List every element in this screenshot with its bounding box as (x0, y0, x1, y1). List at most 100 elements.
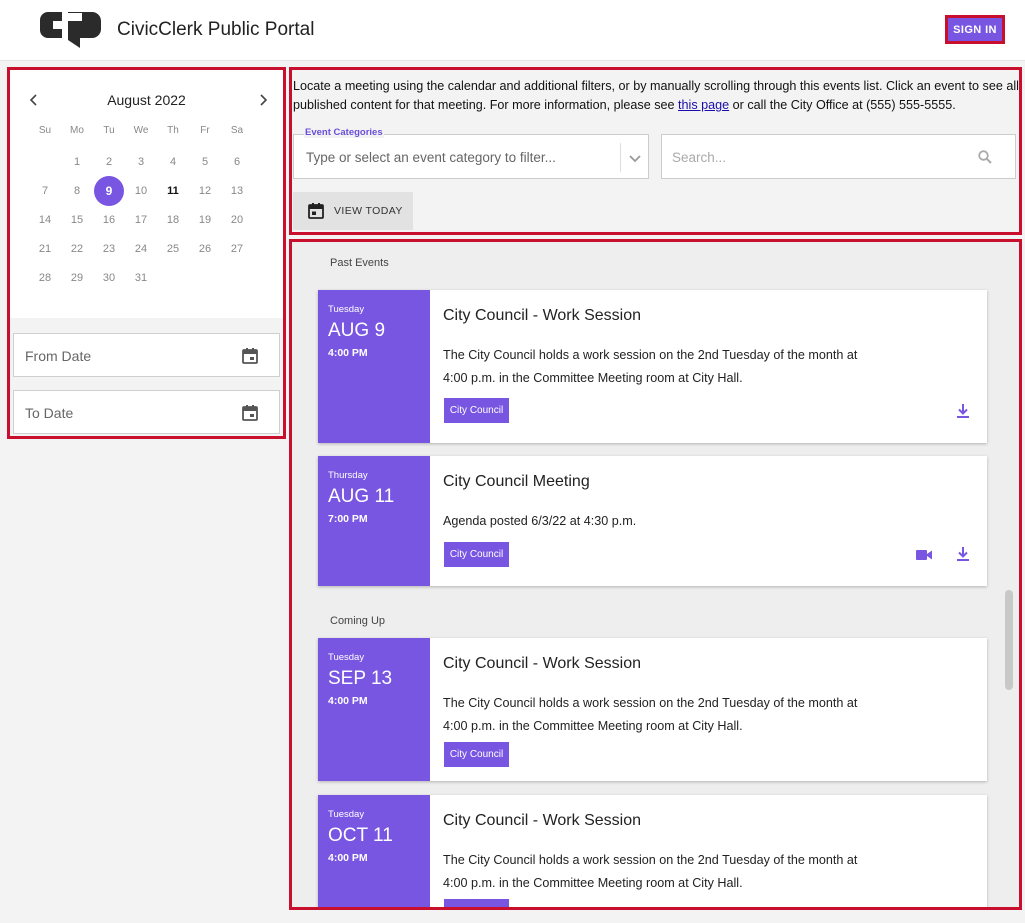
coming-up-heading: Coming Up (330, 615, 386, 627)
calendar-day[interactable]: 11 (158, 176, 188, 206)
search-placeholder: Search... (672, 150, 727, 165)
event-category-tag[interactable]: City Council (444, 742, 509, 767)
event-description-line: 4:00 p.m. in the Committee Meeting room … (443, 370, 743, 385)
event-description-line: 4:00 p.m. in the Committee Meeting room … (443, 718, 743, 733)
event-description: The City Council holds a work session on… (443, 344, 883, 389)
civicclerk-logo-icon[interactable] (40, 10, 102, 50)
event-description-line: 4:00 p.m. in the Committee Meeting room … (443, 875, 743, 890)
calendar-day[interactable]: 12 (190, 176, 220, 206)
event-date-block: Thursday AUG 11 7:00 PM (318, 456, 430, 586)
calendar-day[interactable]: 21 (30, 234, 60, 264)
weekday-header: Mo (70, 125, 84, 136)
event-title[interactable]: City Council - Work Session (443, 655, 641, 673)
weekday-header: Fr (200, 125, 210, 136)
event-card[interactable]: Tuesday SEP 13 4:00 PM City Council - Wo… (318, 638, 987, 781)
date-range-filters: From Date To Date (10, 318, 283, 436)
event-title[interactable]: City Council - Work Session (443, 307, 641, 325)
calendar-day[interactable]: 30 (94, 263, 124, 293)
search-icon[interactable] (977, 149, 993, 165)
calendar-day[interactable]: 13 (222, 176, 252, 206)
weekday-header: Tu (103, 125, 115, 136)
to-date-field[interactable]: To Date (13, 390, 280, 434)
calendar-day[interactable]: 15 (62, 205, 92, 235)
event-card[interactable]: Tuesday AUG 9 4:00 PM City Council - Wor… (318, 290, 987, 443)
event-category-tag[interactable]: City Council (444, 542, 509, 567)
event-date-block: Tuesday OCT 11 4:00 PM (318, 795, 430, 907)
calendar-day[interactable]: 23 (94, 234, 124, 264)
event-description: The City Council holds a work session on… (443, 692, 883, 737)
calendar-icon[interactable] (241, 404, 259, 422)
event-month-day: AUG 9 (328, 320, 386, 341)
search-input[interactable]: Search... (661, 134, 1016, 179)
calendar-day[interactable]: 31 (126, 263, 156, 293)
weekday-header: We (133, 125, 149, 136)
view-today-button[interactable]: VIEW TODAY (293, 192, 413, 230)
chevron-down-icon[interactable] (626, 149, 644, 167)
event-description: Agenda posted 6/3/22 at 4:30 p.m. (443, 510, 883, 533)
calendar-day[interactable]: 27 (222, 234, 252, 264)
event-month-day: SEP 13 (328, 668, 393, 689)
calendar-day[interactable]: 10 (126, 176, 156, 206)
next-month-button[interactable] (251, 88, 275, 112)
event-month-day: AUG 11 (328, 486, 395, 507)
video-icon[interactable] (915, 547, 933, 563)
calendar-day[interactable]: 28 (30, 263, 60, 293)
weekday-header: Su (38, 125, 52, 136)
calendar-month-label: August 2022 (107, 92, 186, 108)
download-icon[interactable] (955, 546, 971, 562)
weekday-header: Th (167, 125, 179, 136)
past-events-heading: Past Events (330, 257, 389, 269)
calendar-day[interactable]: 24 (126, 234, 156, 264)
event-category-select[interactable]: Type or select an event category to filt… (293, 134, 649, 179)
calendar-day[interactable]: 22 (62, 234, 92, 264)
calendar-day[interactable]: 19 (190, 205, 220, 235)
events-scrollbar-thumb[interactable] (1005, 590, 1013, 690)
intro-text-part: or call the City Office at (555) 555-555… (729, 98, 956, 112)
view-today-label: VIEW TODAY (334, 205, 403, 217)
select-divider (620, 143, 621, 172)
calendar-day[interactable]: 18 (158, 205, 188, 235)
calendar-panel: August 2022 Su Mo Tu We Th Fr Sa 1 2 3 4 5 6 7 8 9 10 11 1… (7, 67, 286, 439)
calendar-day[interactable]: 2 (94, 147, 124, 177)
event-month-day: OCT 11 (328, 825, 393, 846)
intro-text: Locate a meeting using the calendar and … (293, 77, 1021, 115)
events-list: Past Events Tuesday AUG 9 4:00 PM City C… (289, 239, 1022, 910)
calendar-day[interactable]: 17 (126, 205, 156, 235)
calendar-day[interactable]: 3 (126, 147, 156, 177)
event-weekday: Thursday (328, 470, 368, 481)
event-category-tag[interactable] (444, 899, 509, 907)
to-date-label: To Date (25, 405, 74, 421)
calendar-day[interactable]: 14 (30, 205, 60, 235)
calendar-day[interactable]: 25 (158, 234, 188, 264)
sign-in-button[interactable]: SIGN IN (945, 15, 1005, 44)
calendar-day[interactable]: 1 (62, 147, 92, 177)
event-title[interactable]: City Council - Work Session (443, 812, 641, 830)
event-weekday: Tuesday (328, 809, 365, 820)
event-category-tag[interactable]: City Council (444, 398, 509, 423)
app-header: CivicClerk Public Portal SIGN IN (0, 0, 1025, 61)
event-card[interactable]: Thursday AUG 11 7:00 PM City Council Mee… (318, 456, 987, 586)
calendar-day[interactable]: 4 (158, 147, 188, 177)
calendar-icon[interactable] (241, 347, 259, 365)
calendar-header: August 2022 (10, 70, 283, 126)
calendar-day[interactable]: 20 (222, 205, 252, 235)
event-title[interactable]: City Council Meeting (443, 473, 590, 491)
event-description-line: The City Council holds a work session on… (443, 348, 858, 362)
calendar-day[interactable]: 6 (222, 147, 252, 177)
calendar-day[interactable]: 7 (30, 176, 60, 206)
event-weekday: Tuesday (328, 652, 365, 663)
info-page-link[interactable]: this page (678, 98, 729, 112)
event-date-block: Tuesday AUG 9 4:00 PM (318, 290, 430, 443)
from-date-field[interactable]: From Date (13, 333, 280, 377)
event-category-legend: Event Categories (304, 127, 384, 138)
calendar-day[interactable]: 29 (62, 263, 92, 293)
event-card[interactable]: Tuesday OCT 11 4:00 PM City Council - Wo… (318, 795, 987, 907)
calendar-day[interactable]: 16 (94, 205, 124, 235)
calendar-day[interactable]: 26 (190, 234, 220, 264)
event-date-block: Tuesday SEP 13 4:00 PM (318, 638, 430, 781)
calendar-day[interactable]: 5 (190, 147, 220, 177)
event-category-input[interactable]: Type or select an event category to filt… (306, 150, 556, 165)
calendar-day[interactable]: 8 (62, 176, 92, 206)
calendar-day[interactable]: 9 (94, 176, 124, 206)
download-icon[interactable] (955, 403, 971, 419)
